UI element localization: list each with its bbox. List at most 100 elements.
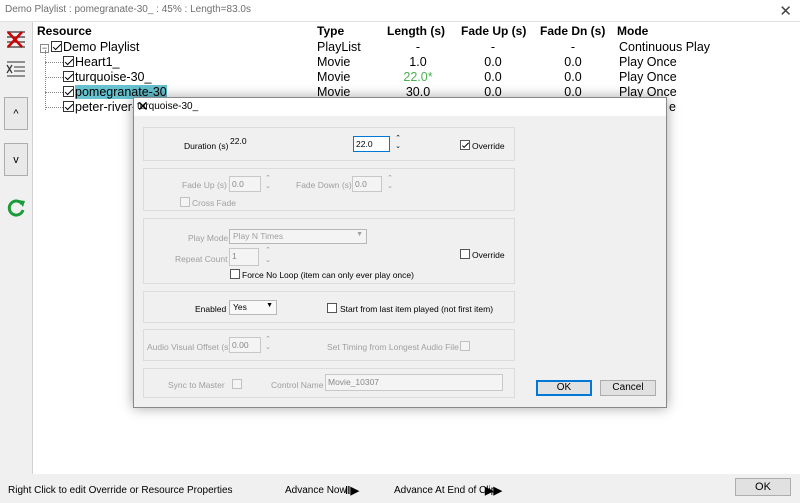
play-override-checkbox[interactable] (460, 249, 470, 259)
row-length: 22.0* (403, 70, 433, 84)
column-mode[interactable]: Mode (617, 24, 648, 38)
play-mode-value: Play N Times (233, 231, 284, 241)
refresh-icon (7, 199, 25, 217)
column-fade-dn[interactable]: Fade Dn (s) (540, 24, 605, 38)
row-resource: peter-river- (63, 100, 136, 114)
row-name: Heart1_ (75, 55, 120, 69)
list-properties-button[interactable] (4, 58, 28, 80)
fade-down-input[interactable]: 0.0 (352, 176, 382, 192)
main-ok-button[interactable]: OK (735, 478, 791, 496)
tree-header: Resource Type Length (s) Fade Up (s) Fad… (33, 22, 800, 40)
table-row[interactable]: Heart1_ Movie 1.0 0.0 0.0 Play Once (33, 55, 800, 70)
row-checkbox[interactable] (63, 71, 74, 82)
av-spin-up-icon[interactable]: ⌃ (264, 336, 272, 343)
move-down-button[interactable]: v (4, 143, 28, 176)
delete-item-button[interactable] (4, 28, 28, 52)
repeat-count-label: Repeat Count (175, 254, 228, 264)
cross-fade-checkbox[interactable] (180, 197, 190, 207)
row-fade-dn: 0.0 (564, 55, 582, 69)
window-close-button[interactable]: ✕ (779, 2, 792, 20)
fade-down-label: Fade Down (s) (296, 180, 352, 190)
table-row[interactable]: turquoise-30_ Movie 22.0* 0.0 0.0 Play O… (33, 70, 800, 85)
fade-down-spin-up-icon[interactable]: ⌃ (386, 175, 394, 182)
row-mode: e (669, 100, 676, 114)
play-override-label: Override (472, 250, 505, 260)
window-title: Demo Playlist : pomegranate-30_ : 45% : … (5, 4, 251, 15)
row-checkbox[interactable] (51, 41, 62, 52)
enabled-value: Yes (233, 302, 247, 312)
row-mode: Play Once (619, 55, 677, 69)
duration-label: Duration (s) (184, 141, 229, 151)
set-timing-checkbox[interactable] (460, 341, 470, 351)
av-offset-input[interactable]: 0.00 (229, 337, 261, 353)
control-name-label: Control Name (271, 380, 324, 390)
dialog-close-button[interactable]: ✕ (137, 98, 660, 115)
enabled-select[interactable]: Yes ▼ (229, 300, 277, 315)
row-length: - (415, 40, 421, 54)
repeat-count-input[interactable]: 1 (229, 248, 259, 266)
row-fade-dn: - (570, 40, 576, 54)
control-name-input[interactable]: Movie_10307 (325, 374, 503, 391)
advance-end-label: Advance At End of Clip (394, 485, 497, 496)
duration-override-checkbox[interactable] (460, 140, 470, 150)
row-length: 1.0 (409, 55, 427, 69)
row-fade-up: 0.0 (484, 55, 502, 69)
delete-list-icon (7, 31, 25, 48)
row-checkbox[interactable] (63, 86, 74, 97)
collapse-icon[interactable]: − (40, 44, 49, 53)
set-timing-label: Set Timing from Longest Audio File (327, 342, 459, 352)
column-length[interactable]: Length (s) (387, 24, 445, 38)
sync-master-checkbox[interactable] (232, 379, 242, 389)
fade-down-spin-down-icon[interactable]: ⌄ (386, 183, 394, 190)
column-fade-up[interactable]: Fade Up (s) (461, 24, 526, 38)
duration-input[interactable]: 22.0 (353, 136, 390, 152)
advance-now-label: Advance Now (285, 485, 347, 496)
start-from-last-checkbox[interactable] (327, 303, 337, 313)
row-mode: Play Once (619, 70, 677, 84)
dialog-ok-button[interactable]: OK (536, 380, 592, 396)
row-name: Demo Playlist (63, 40, 140, 54)
chevron-down-icon: ▼ (356, 231, 363, 238)
fade-up-spin-down-icon[interactable]: ⌄ (264, 183, 272, 190)
repeat-spin-up-icon[interactable]: ⌃ (264, 247, 272, 254)
pause-play-icon[interactable]: ‖▶ (345, 484, 359, 497)
left-toolbar: ^ v (0, 22, 32, 474)
list-x-icon (6, 61, 25, 77)
cross-fade-label: Cross Fade (192, 198, 236, 208)
fade-up-input[interactable]: 0.0 (229, 176, 261, 192)
row-checkbox[interactable] (63, 101, 74, 112)
fade-up-spin-up-icon[interactable]: ⌃ (264, 175, 272, 182)
duration-down-icon[interactable]: ⌄ (394, 143, 402, 150)
row-resource: turquoise-30_ (63, 70, 151, 84)
play-mode-select[interactable]: Play N Times ▼ (229, 229, 367, 244)
fast-forward-icon[interactable]: ▶▶ (485, 484, 502, 497)
force-no-loop-label: Force No Loop (item can only ever play o… (242, 270, 414, 280)
status-bar: Right Click to edit Override or Resource… (0, 474, 800, 503)
row-mode: Continuous Play (619, 40, 711, 54)
av-spin-down-icon[interactable]: ⌄ (264, 344, 272, 351)
row-name: turquoise-30_ (75, 70, 152, 84)
dialog-cancel-button[interactable]: Cancel (600, 380, 656, 396)
duration-up-icon[interactable]: ⌃ (394, 135, 402, 142)
force-no-loop-checkbox[interactable] (230, 269, 240, 279)
play-mode-label: Play Mode (188, 233, 229, 243)
repeat-spin-down-icon[interactable]: ⌄ (264, 257, 272, 264)
table-row[interactable]: − Demo Playlist PlayList - - - Continuous… (33, 40, 800, 55)
av-offset-label: Audio Visual Offset (s) (147, 342, 232, 352)
enabled-label: Enabled (195, 304, 227, 314)
status-hint: Right Click to edit Override or Resource… (8, 485, 233, 496)
row-resource: Heart1_ (63, 55, 119, 69)
chevron-down-icon: ▼ (266, 302, 273, 309)
play-mode-group: Play Mode Play N Times ▼ Repeat Count 1 … (143, 218, 515, 284)
column-resource[interactable]: Resource (37, 24, 92, 38)
duration-override-label: Override (472, 141, 505, 151)
refresh-button[interactable] (4, 196, 28, 220)
fade-up-label: Fade Up (s) (182, 180, 227, 190)
window-titlebar: Demo Playlist : pomegranate-30_ : 45% : … (0, 0, 800, 22)
row-name: peter-river- (75, 100, 137, 114)
start-from-last-label: Start from last item played (not first i… (340, 304, 494, 314)
row-checkbox[interactable] (63, 56, 74, 67)
column-type[interactable]: Type (317, 24, 344, 38)
enabled-group: Enabled Yes ▼ Start from last item playe… (143, 291, 515, 323)
move-up-button[interactable]: ^ (4, 97, 28, 130)
